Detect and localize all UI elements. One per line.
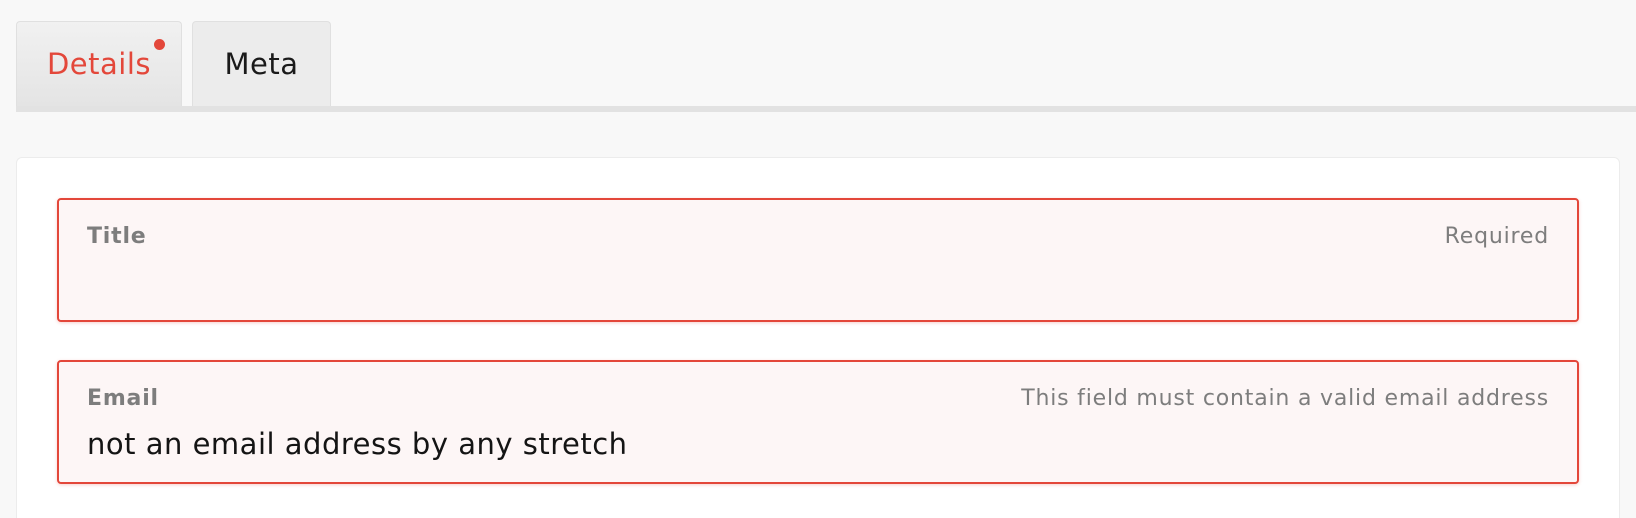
tab-bar: Details Meta xyxy=(16,21,1636,112)
email-field[interactable]: Email This field must contain a valid em… xyxy=(57,360,1579,484)
title-field-error-message: Required xyxy=(1444,224,1549,249)
title-field-label: Title xyxy=(87,224,147,249)
tab-meta[interactable]: Meta xyxy=(192,21,331,106)
email-input[interactable]: not an email address by any stretch xyxy=(87,424,1549,464)
email-field-error-message: This field must contain a valid email ad… xyxy=(1021,386,1549,411)
page: Details Meta Title Required Email This f… xyxy=(0,0,1636,518)
form-card: Title Required Email This field must con… xyxy=(16,157,1620,518)
title-input[interactable] xyxy=(87,262,1549,302)
tab-details-label: Details xyxy=(46,47,152,81)
tab-meta-label: Meta xyxy=(224,47,299,81)
tab-bar-divider xyxy=(16,106,1636,112)
title-field[interactable]: Title Required xyxy=(57,198,1579,322)
error-dot-icon xyxy=(154,39,165,50)
email-field-label: Email xyxy=(87,386,159,411)
tab-details[interactable]: Details xyxy=(16,21,182,106)
